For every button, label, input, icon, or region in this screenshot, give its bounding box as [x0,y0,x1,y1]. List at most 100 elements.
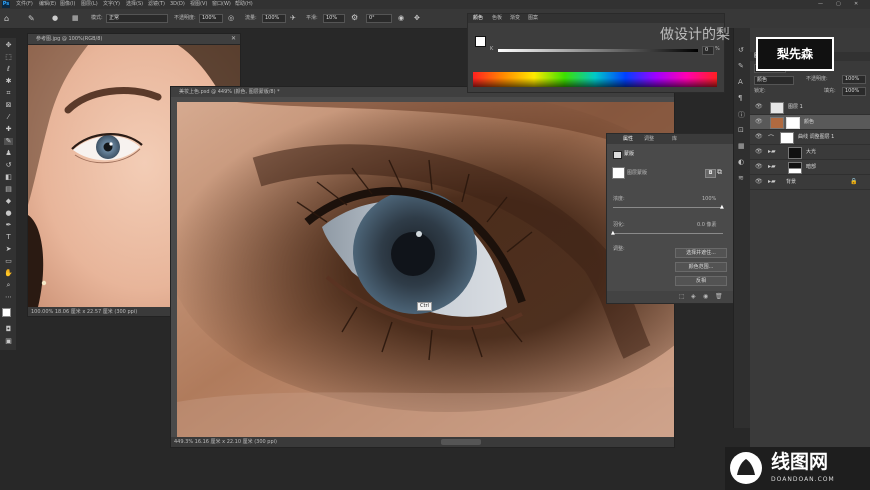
history-brush-tool-icon[interactable]: ↺ [4,162,13,169]
lasso-tool-icon[interactable]: ℓ [4,66,13,73]
settings-icon[interactable]: ⚙ [351,13,358,22]
minimize-icon[interactable]: — [818,1,823,8]
quick-mask-icon[interactable]: ◘ [4,326,13,333]
healing-tool-icon[interactable]: ✚ [4,126,13,133]
flow-input[interactable]: 100% [262,14,286,23]
feather-slider[interactable] [613,233,723,234]
airbrush-icon[interactable]: ✈ [290,14,296,22]
menu-view[interactable]: 视图(V) [190,1,207,8]
tab-gradients[interactable]: 渐变 [510,15,520,22]
channels-panel-icon[interactable]: ≋ [738,174,744,182]
menu-layer[interactable]: 图层(L) [81,1,98,8]
brush-icon[interactable]: ✎ [28,14,35,23]
layer-mask-thumbnail[interactable] [786,117,800,129]
layer-opacity-input[interactable]: 100% [842,75,866,84]
menu-window[interactable]: 窗口(W) [212,1,231,8]
layer-group-row[interactable]: 👁 ▸▰ 暗部 [750,160,870,175]
fill-input[interactable]: 100% [842,87,866,96]
color-range-button[interactable]: 颜色范围... [675,262,727,272]
marquee-tool-icon[interactable]: ⬚ [4,54,13,61]
menu-help[interactable]: 帮助(H) [235,1,253,8]
eraser-tool-icon[interactable]: ◧ [4,174,13,181]
select-pixel-mask-icon[interactable]: ◘ [705,169,716,178]
info-panel-icon[interactable]: ⓘ [738,110,745,120]
crop-tool-icon[interactable]: ⌗ [4,90,13,97]
menu-edit[interactable]: 编辑(E) [39,1,56,8]
layer-row[interactable]: 👁 ⌒ 曲线 调整图层 1 [750,130,870,145]
blur-tool-icon[interactable]: ◆ [4,198,13,205]
menu-select[interactable]: 选择(S) [126,1,143,8]
k-input[interactable]: 0 [702,46,714,55]
add-vector-mask-icon[interactable]: ⧉ [717,169,722,176]
symmetry-icon[interactable]: ✥ [414,14,420,22]
angle-input[interactable]: 0° [366,14,392,23]
apply-mask-icon[interactable]: ◈ [691,293,696,300]
layer-row-selected[interactable]: 👁 颜色 [750,115,870,130]
visibility-eye-icon[interactable]: 👁 [755,164,763,170]
foreground-color-swatch[interactable] [2,308,11,317]
history-panel-icon[interactable]: ↺ [738,46,744,54]
color-spectrum[interactable] [473,72,717,87]
toggle-mask-icon[interactable]: ◉ [703,293,708,300]
smooth-input[interactable]: 10% [323,14,345,23]
select-and-mask-button[interactable]: 选择并遮住... [675,248,727,258]
swatches-panel-icon[interactable]: ▦ [738,142,745,150]
mode-select[interactable]: 正常 [106,14,168,23]
layer-row[interactable]: 👁 图层 1 [750,100,870,115]
type-tool-icon[interactable]: T [4,234,13,241]
opacity-input[interactable]: 100% [199,14,223,23]
eyedropper-tool-icon[interactable]: ⁄ [4,114,13,121]
visibility-eye-icon[interactable]: 👁 [755,179,763,185]
tab-patterns[interactable]: 图案 [528,15,538,22]
brush-size-icon[interactable]: ● [52,14,58,22]
horizontal-scrollbar[interactable] [441,439,481,445]
hand-tool-icon[interactable]: ✋ [4,270,13,277]
brush-settings-icon[interactable]: ✎ [738,62,744,70]
adjustments-panel-icon[interactable]: ◐ [738,158,744,166]
close-icon[interactable]: ✕ [854,1,858,8]
pressure-opacity-icon[interactable]: ◎ [228,14,234,22]
load-selection-icon[interactable]: ⬚ [679,293,685,300]
visibility-eye-icon[interactable]: 👁 [755,104,763,110]
reference-document-tab[interactable]: 参考图.jpg @ 100%(RGB/8) ✕ [28,34,240,45]
paragraph-panel-icon[interactable]: ¶ [738,94,742,102]
density-slider-handle[interactable]: ▲ [720,205,724,210]
menu-3d[interactable]: 3D(D) [170,1,185,8]
density-slider[interactable] [613,207,723,208]
visibility-eye-icon[interactable]: 👁 [755,134,763,140]
menu-file[interactable]: 文件(F) [16,1,33,8]
shape-tool-icon[interactable]: ▭ [4,258,13,265]
character-panel-icon[interactable]: A [738,78,743,86]
feather-slider-handle[interactable]: ▲ [611,231,615,236]
visibility-eye-icon[interactable]: 👁 [755,119,763,125]
group-mask-thumbnail[interactable] [788,162,802,174]
path-select-tool-icon[interactable]: ➤ [4,246,13,253]
pressure-size-icon[interactable]: ◉ [398,14,404,22]
tab-libraries[interactable]: 库 [672,136,677,143]
layer-group-row[interactable]: 👁 ▸▰ 背景 🔒 [750,175,870,190]
menu-image[interactable]: 图像(I) [60,1,75,8]
tab-color[interactable]: 颜色 [473,15,483,22]
dodge-tool-icon[interactable]: ● [4,210,13,217]
close-document-icon[interactable]: ✕ [231,35,236,42]
brush-panel-icon[interactable]: ▦ [72,14,79,22]
move-tool-icon[interactable]: ✥ [4,42,13,49]
invert-button[interactable]: 反相 [675,276,727,286]
menu-filter[interactable]: 滤镜(T) [148,1,165,8]
quick-select-tool-icon[interactable]: ✱ [4,78,13,85]
layer-mask-thumbnail[interactable] [780,132,794,144]
tab-swatches[interactable]: 色板 [492,15,502,22]
screen-mode-icon[interactable]: ▣ [4,338,13,345]
blend-mode-select[interactable]: 颜色 [754,76,794,85]
zoom-tool-icon[interactable]: ⌕ [4,282,13,289]
group-mask-thumbnail[interactable] [788,147,802,159]
layer-group-row[interactable]: 👁 ▸▰ 大光 [750,145,870,160]
pen-tool-icon[interactable]: ✒ [4,222,13,229]
navigator-panel-icon[interactable]: ⊡ [738,126,744,134]
frame-tool-icon[interactable]: ⊠ [4,102,13,109]
delete-mask-icon[interactable]: 🗑 [715,293,723,300]
feather-value[interactable]: 0.0 像素 [697,222,717,229]
more-tools-icon[interactable]: ⋯ [4,294,13,301]
visibility-eye-icon[interactable]: 👁 [755,149,763,155]
menu-type[interactable]: 文字(Y) [103,1,120,8]
